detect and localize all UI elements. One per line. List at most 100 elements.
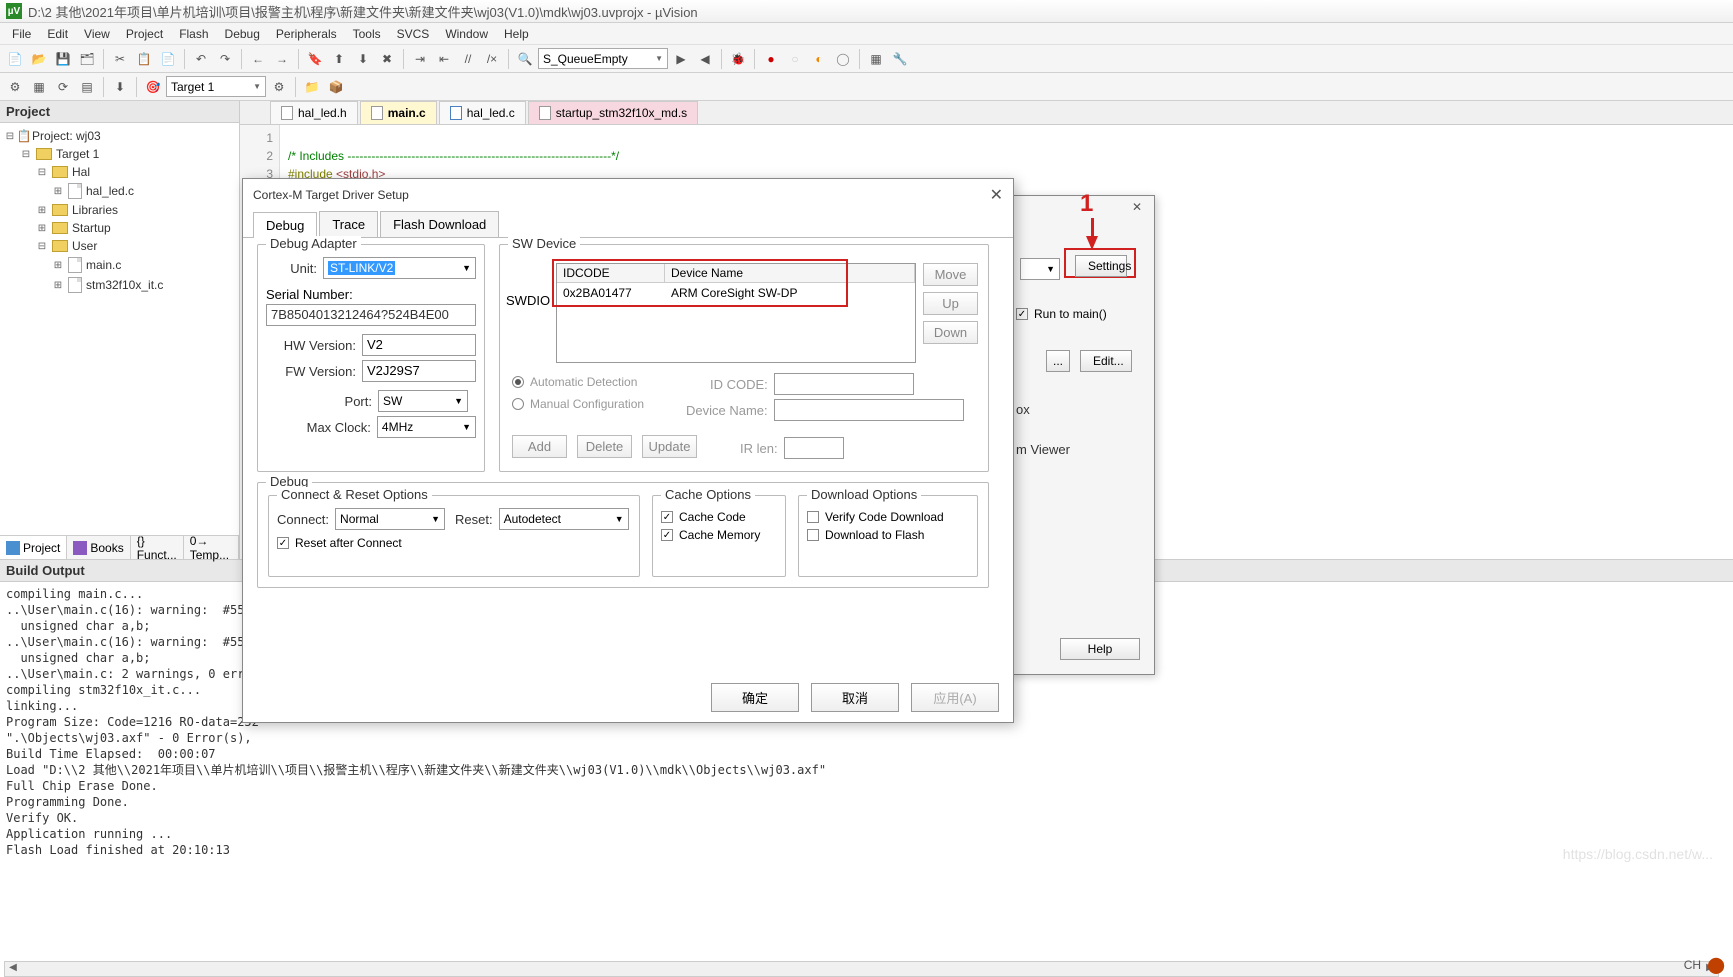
- close-icon[interactable]: ✕: [990, 185, 1003, 205]
- bookmark-clear-icon[interactable]: ✖: [376, 48, 398, 70]
- window-icon[interactable]: ▦: [865, 48, 887, 70]
- add-button[interactable]: Add: [512, 435, 567, 458]
- pack-icon[interactable]: 📦: [325, 76, 347, 98]
- menu-window[interactable]: Window: [437, 25, 496, 43]
- find-next-icon[interactable]: ▶: [670, 48, 692, 70]
- auto-detection-radio[interactable]: Automatic Detection: [512, 375, 644, 389]
- cache-code-check[interactable]: ✓Cache Code: [661, 510, 777, 524]
- tree-group-libraries[interactable]: ⊞Libraries: [4, 201, 235, 219]
- tree-file[interactable]: ⊞hal_led.c: [4, 181, 235, 201]
- editor-tab-active[interactable]: main.c: [360, 101, 437, 124]
- debugger-combo-back[interactable]: ▼: [1020, 258, 1060, 280]
- target-select-combo[interactable]: Target 1▼: [166, 76, 266, 97]
- delete-button[interactable]: Delete: [577, 435, 632, 458]
- apply-button[interactable]: 应用(A): [911, 683, 999, 712]
- update-button[interactable]: Update: [642, 435, 697, 458]
- rebuild-icon[interactable]: ⟳: [52, 76, 74, 98]
- menu-project[interactable]: Project: [118, 25, 171, 43]
- undo-icon[interactable]: ↶: [190, 48, 212, 70]
- settings-button[interactable]: Settings: [1075, 255, 1127, 277]
- manual-config-radio[interactable]: Manual Configuration: [512, 397, 644, 411]
- uncomment-icon[interactable]: /×: [481, 48, 503, 70]
- breakpoint-kill-icon[interactable]: ◐: [808, 48, 830, 70]
- project-tree[interactable]: ⊟📋Project: wj03 ⊟Target 1 ⊟Hal ⊞hal_led.…: [0, 123, 239, 535]
- build-icon[interactable]: ▦: [28, 76, 50, 98]
- debug-icon[interactable]: 🐞: [727, 48, 749, 70]
- find-prev-icon[interactable]: ◀: [694, 48, 716, 70]
- dialog-tab-trace[interactable]: Trace: [319, 211, 378, 237]
- menu-svcs[interactable]: SVCS: [389, 25, 438, 43]
- target-options-icon[interactable]: 🎯: [142, 76, 164, 98]
- down-button[interactable]: Down: [923, 321, 978, 344]
- cache-memory-check[interactable]: ✓Cache Memory: [661, 528, 777, 542]
- config-icon[interactable]: 🔧: [889, 48, 911, 70]
- ptab-functions[interactable]: {} Funct...: [131, 536, 184, 559]
- port-combo[interactable]: SW▼: [378, 390, 468, 412]
- editor-tab[interactable]: hal_led.h: [270, 101, 358, 124]
- indent-icon[interactable]: ⇥: [409, 48, 431, 70]
- find-icon[interactable]: 🔍: [514, 48, 536, 70]
- irlen-input[interactable]: [784, 437, 844, 459]
- paste-icon[interactable]: 📄: [157, 48, 179, 70]
- download-flash-check[interactable]: Download to Flash: [807, 528, 969, 542]
- cut-icon[interactable]: ✂: [109, 48, 131, 70]
- menu-help[interactable]: Help: [496, 25, 537, 43]
- dialog-tab-flash[interactable]: Flash Download: [380, 211, 499, 237]
- bookmark-next-icon[interactable]: ⬇: [352, 48, 374, 70]
- redo-icon[interactable]: ↷: [214, 48, 236, 70]
- ptab-templates[interactable]: 0→ Temp...: [184, 536, 239, 559]
- copy-icon[interactable]: 📋: [133, 48, 155, 70]
- manage-icon[interactable]: 📁: [301, 76, 323, 98]
- download-icon[interactable]: ⬇: [109, 76, 131, 98]
- tree-group-user[interactable]: ⊟User: [4, 237, 235, 255]
- breakpoint-icon[interactable]: ●: [760, 48, 782, 70]
- tree-target[interactable]: ⊟Target 1: [4, 145, 235, 163]
- close-icon[interactable]: ✕: [1124, 200, 1150, 220]
- nav-back-icon[interactable]: ←: [247, 48, 269, 70]
- h-scrollbar[interactable]: ◀▶: [4, 961, 1719, 977]
- new-file-icon[interactable]: 📄: [4, 48, 26, 70]
- comment-icon[interactable]: //: [457, 48, 479, 70]
- menu-peripherals[interactable]: Peripherals: [268, 25, 345, 43]
- menu-debug[interactable]: Debug: [217, 25, 268, 43]
- help-button[interactable]: Help: [1060, 638, 1140, 660]
- up-button[interactable]: Up: [923, 292, 978, 315]
- nav-fwd-icon[interactable]: →: [271, 48, 293, 70]
- breakpoint-killall-icon[interactable]: ◯: [832, 48, 854, 70]
- bookmark-icon[interactable]: 🔖: [304, 48, 326, 70]
- save-icon[interactable]: 💾: [52, 48, 74, 70]
- breakpoint-disable-icon[interactable]: ○: [784, 48, 806, 70]
- reset-after-connect-check[interactable]: ✓Reset after Connect: [277, 536, 631, 550]
- unit-combo[interactable]: ST-LINK/V2▼: [323, 257, 476, 279]
- dots-button[interactable]: ...: [1046, 350, 1070, 372]
- move-button[interactable]: Move: [923, 263, 978, 286]
- batch-build-icon[interactable]: ▤: [76, 76, 98, 98]
- open-file-icon[interactable]: 📂: [28, 48, 50, 70]
- find-combo[interactable]: S_QueueEmpty▼: [538, 48, 668, 69]
- tree-file[interactable]: ⊞stm32f10x_it.c: [4, 275, 235, 295]
- save-all-icon[interactable]: 🗂: [76, 48, 98, 70]
- ok-button[interactable]: 确定: [711, 683, 799, 712]
- dialog-tab-debug[interactable]: Debug: [253, 212, 317, 238]
- translate-icon[interactable]: ⚙: [4, 76, 26, 98]
- menu-file[interactable]: File: [4, 25, 39, 43]
- ptab-project[interactable]: Project: [0, 536, 67, 559]
- menu-edit[interactable]: Edit: [39, 25, 76, 43]
- editor-tab[interactable]: hal_led.c: [439, 101, 526, 124]
- idcode-input[interactable]: [774, 373, 914, 395]
- tree-file[interactable]: ⊞main.c: [4, 255, 235, 275]
- reset-combo[interactable]: Autodetect▼: [499, 508, 629, 530]
- bookmark-prev-icon[interactable]: ⬆: [328, 48, 350, 70]
- cancel-button[interactable]: 取消: [811, 683, 899, 712]
- menu-tools[interactable]: Tools: [345, 25, 389, 43]
- menu-flash[interactable]: Flash: [171, 25, 216, 43]
- outdent-icon[interactable]: ⇤: [433, 48, 455, 70]
- connect-combo[interactable]: Normal▼: [335, 508, 445, 530]
- tree-group-hal[interactable]: ⊟Hal: [4, 163, 235, 181]
- tree-group-startup[interactable]: ⊞Startup: [4, 219, 235, 237]
- edit-button[interactable]: Edit...: [1080, 350, 1132, 372]
- tree-project-root[interactable]: ⊟📋Project: wj03: [4, 127, 235, 145]
- ptab-books[interactable]: Books: [67, 536, 130, 559]
- menu-view[interactable]: View: [76, 25, 118, 43]
- verify-code-check[interactable]: Verify Code Download: [807, 510, 969, 524]
